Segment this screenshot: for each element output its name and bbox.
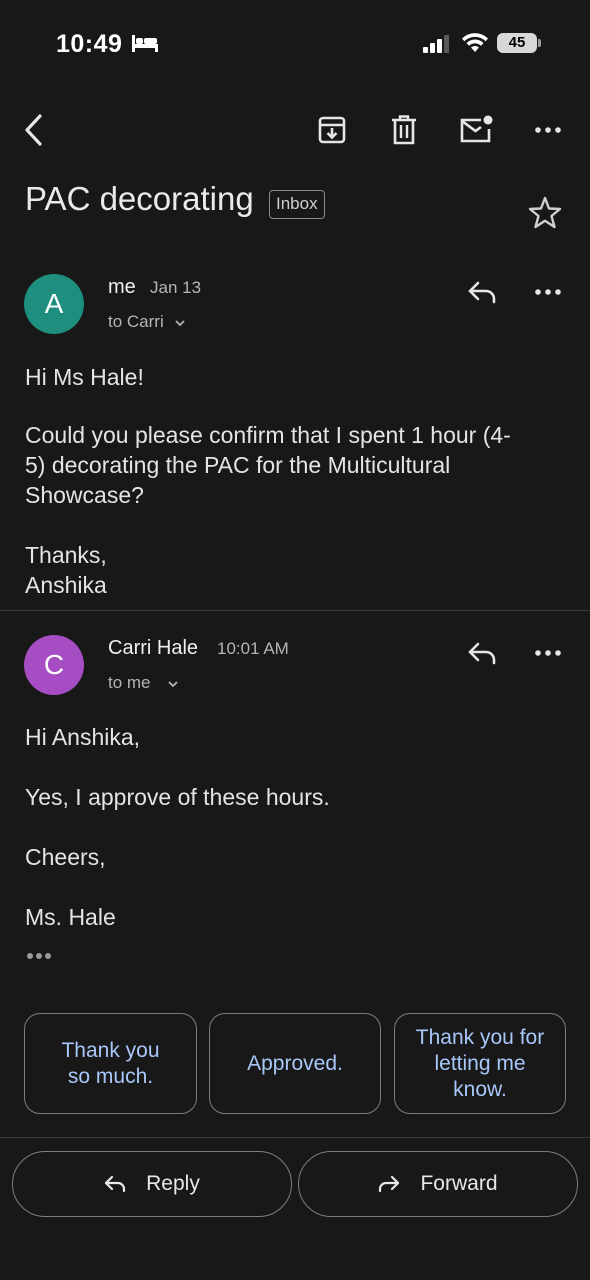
recipient-line[interactable]: to Carri [108, 312, 186, 332]
recipient-text: to me [108, 673, 151, 692]
email-subject: PAC decorating [25, 180, 254, 217]
email-thread-screen: 10:49 45 PAC decorating Inbox A me Jan 1… [0, 0, 590, 1280]
battery-indicator: 45 [497, 33, 541, 53]
forward-button-label: Forward [420, 1172, 498, 1195]
inbox-label-badge[interactable]: Inbox [269, 190, 325, 219]
avatar[interactable]: C [24, 635, 84, 695]
forward-icon [379, 1175, 400, 1193]
smart-reply-line: Thank you [61, 1038, 160, 1062]
email-toolbar [0, 100, 590, 160]
forward-button[interactable]: Forward [298, 1151, 578, 1217]
reply-button[interactable]: Reply [12, 1151, 292, 1217]
reply-icon [105, 1175, 126, 1193]
more-horizontal-icon[interactable] [528, 633, 568, 673]
reply-icon[interactable] [462, 272, 502, 312]
archive-icon[interactable] [308, 100, 356, 160]
smart-reply-chip[interactable]: Thank you so much. [24, 1013, 197, 1114]
message-divider [0, 610, 590, 611]
message-body-line: Yes, I approve of these hours. [25, 784, 330, 810]
back-arrow-icon[interactable] [10, 100, 58, 160]
smart-reply-chip[interactable]: Thank you for letting me know. [394, 1013, 566, 1114]
sender-name[interactable]: Carri Hale [108, 637, 198, 660]
message-body-line: Showcase? [25, 482, 144, 508]
more-horizontal-icon[interactable] [528, 272, 568, 312]
message-body-line: Hi Ms Hale! [25, 364, 144, 390]
message-body-line: Cheers, [25, 844, 106, 870]
trash-icon[interactable] [380, 100, 428, 160]
wifi-icon [462, 33, 488, 52]
recipient-line[interactable]: to me [108, 673, 179, 693]
message-date: Jan 13 [150, 278, 202, 297]
recipient-text: to Carri [108, 312, 164, 331]
smart-reply-line: know. [453, 1077, 507, 1101]
more-horizontal-icon[interactable] [524, 100, 572, 160]
sleep-focus-icon [132, 35, 158, 52]
status-time: 10:49 [56, 30, 123, 58]
message-body-line: Hi Anshika, [25, 724, 141, 750]
cell-signal-icon [423, 35, 449, 53]
mail-unread-icon[interactable] [452, 100, 500, 160]
smart-reply-line: letting me [434, 1051, 526, 1075]
battery-level: 45 [497, 33, 537, 53]
chevron-down-icon [168, 680, 178, 687]
message-body-line: Could you please confirm that I spent 1 … [25, 422, 511, 448]
star-icon[interactable] [524, 192, 566, 234]
reply-button-label: Reply [146, 1172, 200, 1195]
message-body-line: 5) decorating the PAC for the Multicultu… [25, 452, 451, 478]
reply-icon[interactable] [462, 633, 502, 673]
sender-name[interactable]: me [108, 276, 136, 299]
smart-reply-line: so much. [67, 1064, 154, 1088]
smart-reply-line: Thank you for [415, 1025, 545, 1049]
chevron-down-icon [175, 319, 186, 326]
smart-reply-chip[interactable]: Approved. [209, 1013, 381, 1114]
smart-reply-line: Approved. [247, 1051, 343, 1075]
bottom-divider [0, 1137, 590, 1138]
status-bar: 10:49 45 [0, 0, 590, 88]
show-trimmed-content-icon[interactable] [25, 950, 55, 962]
message-body-line: Ms. Hale [25, 904, 116, 930]
message-body-line: Thanks, [25, 542, 107, 568]
message-body-line: Anshika [25, 572, 107, 598]
avatar[interactable]: A [24, 274, 84, 334]
message-date: 10:01 AM [217, 639, 289, 658]
